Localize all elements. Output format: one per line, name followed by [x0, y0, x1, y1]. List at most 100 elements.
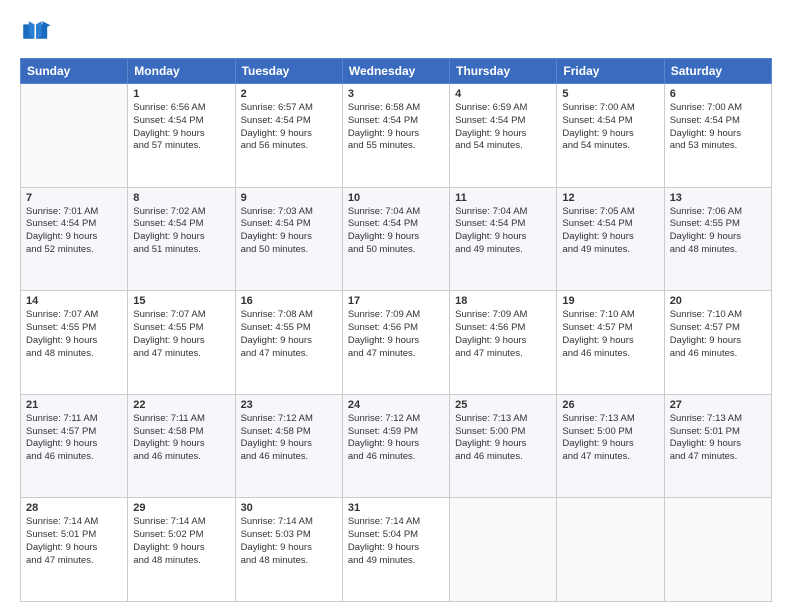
day-info: Sunrise: 7:03 AMSunset: 4:54 PMDaylight:…: [241, 206, 337, 257]
calendar-week-row: 21Sunrise: 7:11 AMSunset: 4:57 PMDayligh…: [21, 394, 772, 498]
calendar-cell: 11Sunrise: 7:04 AMSunset: 4:54 PMDayligh…: [450, 187, 557, 291]
day-info: Sunrise: 7:13 AMSunset: 5:00 PMDaylight:…: [562, 413, 658, 464]
day-info: Sunrise: 6:59 AMSunset: 4:54 PMDaylight:…: [455, 102, 551, 153]
calendar-cell: 21Sunrise: 7:11 AMSunset: 4:57 PMDayligh…: [21, 394, 128, 498]
day-number: 17: [348, 295, 444, 307]
calendar-cell: 27Sunrise: 7:13 AMSunset: 5:01 PMDayligh…: [664, 394, 771, 498]
day-info: Sunrise: 7:10 AMSunset: 4:57 PMDaylight:…: [670, 309, 766, 360]
calendar-cell: 15 Sunrise: 7:07 AMSunset: 4:55 PMDayligh…: [128, 291, 235, 395]
day-info: Sunrise: 7:07 AMSunset: 4:55 PMDaylight:…: [133, 309, 229, 360]
day-info: Sunrise: 7:14 AMSunset: 5:04 PMDaylight:…: [348, 516, 444, 567]
day-number: 18: [455, 295, 551, 307]
day-number: 9: [241, 192, 337, 204]
calendar-cell: [450, 498, 557, 602]
day-number: 23: [241, 399, 337, 411]
day-info: Sunrise: 7:14 AMSunset: 5:02 PMDaylight:…: [133, 516, 229, 567]
calendar-week-row: 1 Sunrise: 6:56 AMSunset: 4:54 PMDaylight…: [21, 84, 772, 188]
header: [20, 18, 772, 50]
day-number: 31: [348, 502, 444, 514]
calendar-cell: 26 Sunrise: 7:13 AMSunset: 5:00 PMDayligh…: [557, 394, 664, 498]
day-info: Sunrise: 6:56 AMSunset: 4:54 PMDaylight:…: [133, 102, 229, 153]
calendar-cell: 31 Sunrise: 7:14 AMSunset: 5:04 PMDayligh…: [342, 498, 449, 602]
logo: [20, 18, 56, 50]
calendar-cell: 1 Sunrise: 6:56 AMSunset: 4:54 PMDaylight…: [128, 84, 235, 188]
day-number: 5: [562, 88, 658, 100]
day-info: Sunrise: 7:11 AMSunset: 4:58 PMDaylight:…: [133, 413, 229, 464]
day-number: 28: [26, 502, 122, 514]
day-number: 20: [670, 295, 766, 307]
day-number: 3: [348, 88, 444, 100]
day-number: 7: [26, 192, 122, 204]
calendar-header-row: SundayMondayTuesdayWednesdayThursdayFrid…: [21, 59, 772, 84]
calendar-cell: 17 Sunrise: 7:09 AMSunset: 4:56 PMDayligh…: [342, 291, 449, 395]
day-number: 2: [241, 88, 337, 100]
day-number: 16: [241, 295, 337, 307]
day-number: 22: [133, 399, 229, 411]
day-number: 4: [455, 88, 551, 100]
calendar-cell: 10Sunrise: 7:04 AMSunset: 4:54 PMDayligh…: [342, 187, 449, 291]
calendar-cell: 29 Sunrise: 7:14 AMSunset: 5:02 PMDayligh…: [128, 498, 235, 602]
calendar-cell: [664, 498, 771, 602]
day-number: 26: [562, 399, 658, 411]
calendar-week-row: 28 Sunrise: 7:14 AMSunset: 5:01 PMDayligh…: [21, 498, 772, 602]
weekday-header: Thursday: [450, 59, 557, 84]
day-number: 19: [562, 295, 658, 307]
weekday-header: Friday: [557, 59, 664, 84]
day-info: Sunrise: 7:05 AMSunset: 4:54 PMDaylight:…: [562, 206, 658, 257]
calendar-cell: 8Sunrise: 7:02 AMSunset: 4:54 PMDaylight…: [128, 187, 235, 291]
calendar-cell: 28 Sunrise: 7:14 AMSunset: 5:01 PMDayligh…: [21, 498, 128, 602]
day-info: Sunrise: 7:01 AMSunset: 4:54 PMDaylight:…: [26, 206, 122, 257]
calendar-week-row: 14 Sunrise: 7:07 AMSunset: 4:55 PMDayligh…: [21, 291, 772, 395]
page: SundayMondayTuesdayWednesdayThursdayFrid…: [0, 0, 792, 612]
calendar-cell: [557, 498, 664, 602]
calendar-cell: 19 Sunrise: 7:10 AMSunset: 4:57 PMDayligh…: [557, 291, 664, 395]
day-number: 25: [455, 399, 551, 411]
day-number: 1: [133, 88, 229, 100]
calendar-cell: 13 Sunrise: 7:06 AMSunset: 4:55 PMDayligh…: [664, 187, 771, 291]
day-info: Sunrise: 7:13 AMSunset: 5:00 PMDaylight:…: [455, 413, 551, 464]
calendar-week-row: 7 Sunrise: 7:01 AMSunset: 4:54 PMDaylight…: [21, 187, 772, 291]
weekday-header: Tuesday: [235, 59, 342, 84]
day-number: 12: [562, 192, 658, 204]
calendar-cell: 9 Sunrise: 7:03 AMSunset: 4:54 PMDaylight…: [235, 187, 342, 291]
weekday-header: Wednesday: [342, 59, 449, 84]
day-info: Sunrise: 7:00 AMSunset: 4:54 PMDaylight:…: [562, 102, 658, 153]
day-info: Sunrise: 7:04 AMSunset: 4:54 PMDaylight:…: [455, 206, 551, 257]
calendar-cell: 6Sunrise: 7:00 AMSunset: 4:54 PMDaylight…: [664, 84, 771, 188]
calendar-cell: 2Sunrise: 6:57 AMSunset: 4:54 PMDaylight…: [235, 84, 342, 188]
calendar-table: SundayMondayTuesdayWednesdayThursdayFrid…: [20, 58, 772, 602]
day-info: Sunrise: 7:10 AMSunset: 4:57 PMDaylight:…: [562, 309, 658, 360]
day-info: Sunrise: 7:06 AMSunset: 4:55 PMDaylight:…: [670, 206, 766, 257]
day-info: Sunrise: 6:58 AMSunset: 4:54 PMDaylight:…: [348, 102, 444, 153]
calendar-cell: 4 Sunrise: 6:59 AMSunset: 4:54 PMDaylight…: [450, 84, 557, 188]
day-info: Sunrise: 7:11 AMSunset: 4:57 PMDaylight:…: [26, 413, 122, 464]
day-info: Sunrise: 7:13 AMSunset: 5:01 PMDaylight:…: [670, 413, 766, 464]
calendar-cell: 3 Sunrise: 6:58 AMSunset: 4:54 PMDaylight…: [342, 84, 449, 188]
weekday-header: Sunday: [21, 59, 128, 84]
day-number: 8: [133, 192, 229, 204]
day-number: 24: [348, 399, 444, 411]
day-number: 30: [241, 502, 337, 514]
day-info: Sunrise: 7:09 AMSunset: 4:56 PMDaylight:…: [348, 309, 444, 360]
calendar-cell: 5 Sunrise: 7:00 AMSunset: 4:54 PMDaylight…: [557, 84, 664, 188]
weekday-header: Saturday: [664, 59, 771, 84]
day-info: Sunrise: 7:12 AMSunset: 4:58 PMDaylight:…: [241, 413, 337, 464]
day-info: Sunrise: 7:00 AMSunset: 4:54 PMDaylight:…: [670, 102, 766, 153]
day-number: 15: [133, 295, 229, 307]
day-info: Sunrise: 7:09 AMSunset: 4:56 PMDaylight:…: [455, 309, 551, 360]
day-number: 13: [670, 192, 766, 204]
calendar-cell: [21, 84, 128, 188]
day-info: Sunrise: 7:14 AMSunset: 5:01 PMDaylight:…: [26, 516, 122, 567]
day-info: Sunrise: 7:12 AMSunset: 4:59 PMDaylight:…: [348, 413, 444, 464]
calendar-cell: 23 Sunrise: 7:12 AMSunset: 4:58 PMDayligh…: [235, 394, 342, 498]
weekday-header: Monday: [128, 59, 235, 84]
day-number: 14: [26, 295, 122, 307]
calendar-cell: 20 Sunrise: 7:10 AMSunset: 4:57 PMDayligh…: [664, 291, 771, 395]
day-number: 29: [133, 502, 229, 514]
calendar-cell: 22 Sunrise: 7:11 AMSunset: 4:58 PMDayligh…: [128, 394, 235, 498]
calendar-cell: 16 Sunrise: 7:08 AMSunset: 4:55 PMDayligh…: [235, 291, 342, 395]
calendar-cell: 25 Sunrise: 7:13 AMSunset: 5:00 PMDayligh…: [450, 394, 557, 498]
day-info: Sunrise: 7:08 AMSunset: 4:55 PMDaylight:…: [241, 309, 337, 360]
logo-icon: [20, 18, 52, 50]
calendar-cell: 14Sunrise: 7:07 AMSunset: 4:55 PMDayligh…: [21, 291, 128, 395]
